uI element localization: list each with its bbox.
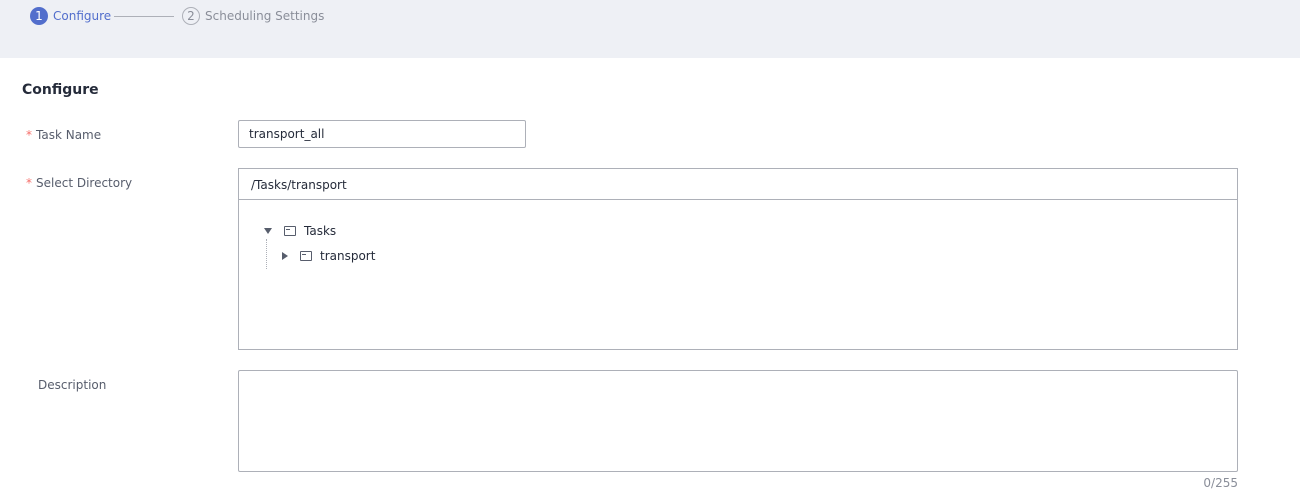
required-mark: * — [26, 176, 32, 190]
step-label: Scheduling Settings — [205, 9, 325, 23]
step-scheduling-settings[interactable]: 2 Scheduling Settings — [182, 6, 324, 26]
tree-node-label: transport — [320, 249, 376, 263]
description-label-text: Description — [38, 378, 107, 392]
tree-node-label: Tasks — [304, 224, 337, 238]
folder-icon — [284, 226, 296, 236]
directory-selector: /Tasks/transport Tasks transport — [238, 168, 1238, 350]
tree-guide-line — [266, 239, 267, 269]
task-name-label: * Task Name — [26, 128, 101, 142]
select-directory-label-text: Select Directory — [36, 176, 133, 190]
step-configure[interactable]: 1 Configure — [30, 6, 111, 26]
step-number: 2 — [182, 7, 200, 25]
description-textarea[interactable] — [238, 370, 1238, 472]
folder-icon — [300, 251, 312, 261]
description-label: Description — [26, 378, 106, 392]
tree-node-transport[interactable]: transport — [282, 249, 375, 263]
caret-right-icon[interactable] — [282, 252, 288, 260]
select-directory-label: * Select Directory — [26, 176, 132, 190]
stepper-bar: 1 Configure 2 Scheduling Settings — [0, 0, 1300, 58]
required-mark: * — [26, 128, 32, 142]
selected-directory-path: /Tasks/transport — [239, 169, 1237, 200]
tree-node-tasks[interactable]: Tasks — [264, 224, 336, 238]
description-char-counter: 0/255 — [1203, 476, 1238, 490]
task-name-input[interactable]: transport_all — [238, 120, 526, 148]
section-title: Configure — [22, 82, 99, 98]
caret-down-icon[interactable] — [264, 228, 272, 234]
task-name-label-text: Task Name — [36, 128, 102, 142]
step-number: 1 — [30, 7, 48, 25]
step-label: Configure — [53, 9, 112, 23]
step-connector — [114, 16, 174, 17]
